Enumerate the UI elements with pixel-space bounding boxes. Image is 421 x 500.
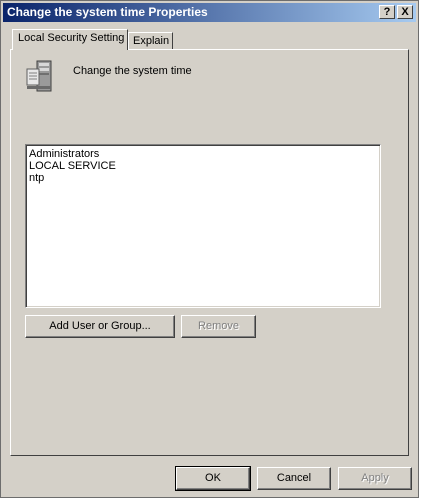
title-bar[interactable]: Change the system time Properties ? X	[3, 3, 416, 22]
window-title: Change the system time Properties	[7, 5, 208, 19]
help-button[interactable]: ?	[379, 5, 395, 19]
list-item[interactable]: ntp	[29, 172, 377, 184]
principals-list[interactable]: Administrators LOCAL SERVICE ntp	[25, 144, 381, 308]
properties-dialog: Change the system time Properties ? X Lo…	[0, 0, 419, 498]
list-item[interactable]: LOCAL SERVICE	[29, 160, 377, 172]
ok-button[interactable]: OK	[175, 466, 251, 491]
cancel-button[interactable]: Cancel	[257, 467, 331, 490]
apply-button[interactable]: Apply	[338, 467, 412, 490]
close-button[interactable]: X	[397, 5, 413, 19]
add-user-or-group-button[interactable]: Add User or Group...	[25, 315, 175, 338]
policy-name: Change the system time	[73, 65, 192, 77]
server-icon	[26, 60, 52, 92]
tab-explain[interactable]: Explain	[128, 32, 173, 50]
remove-button[interactable]: Remove	[181, 315, 256, 338]
list-item[interactable]: Administrators	[29, 148, 377, 160]
tab-local-security-setting[interactable]: Local Security Setting	[12, 29, 128, 50]
